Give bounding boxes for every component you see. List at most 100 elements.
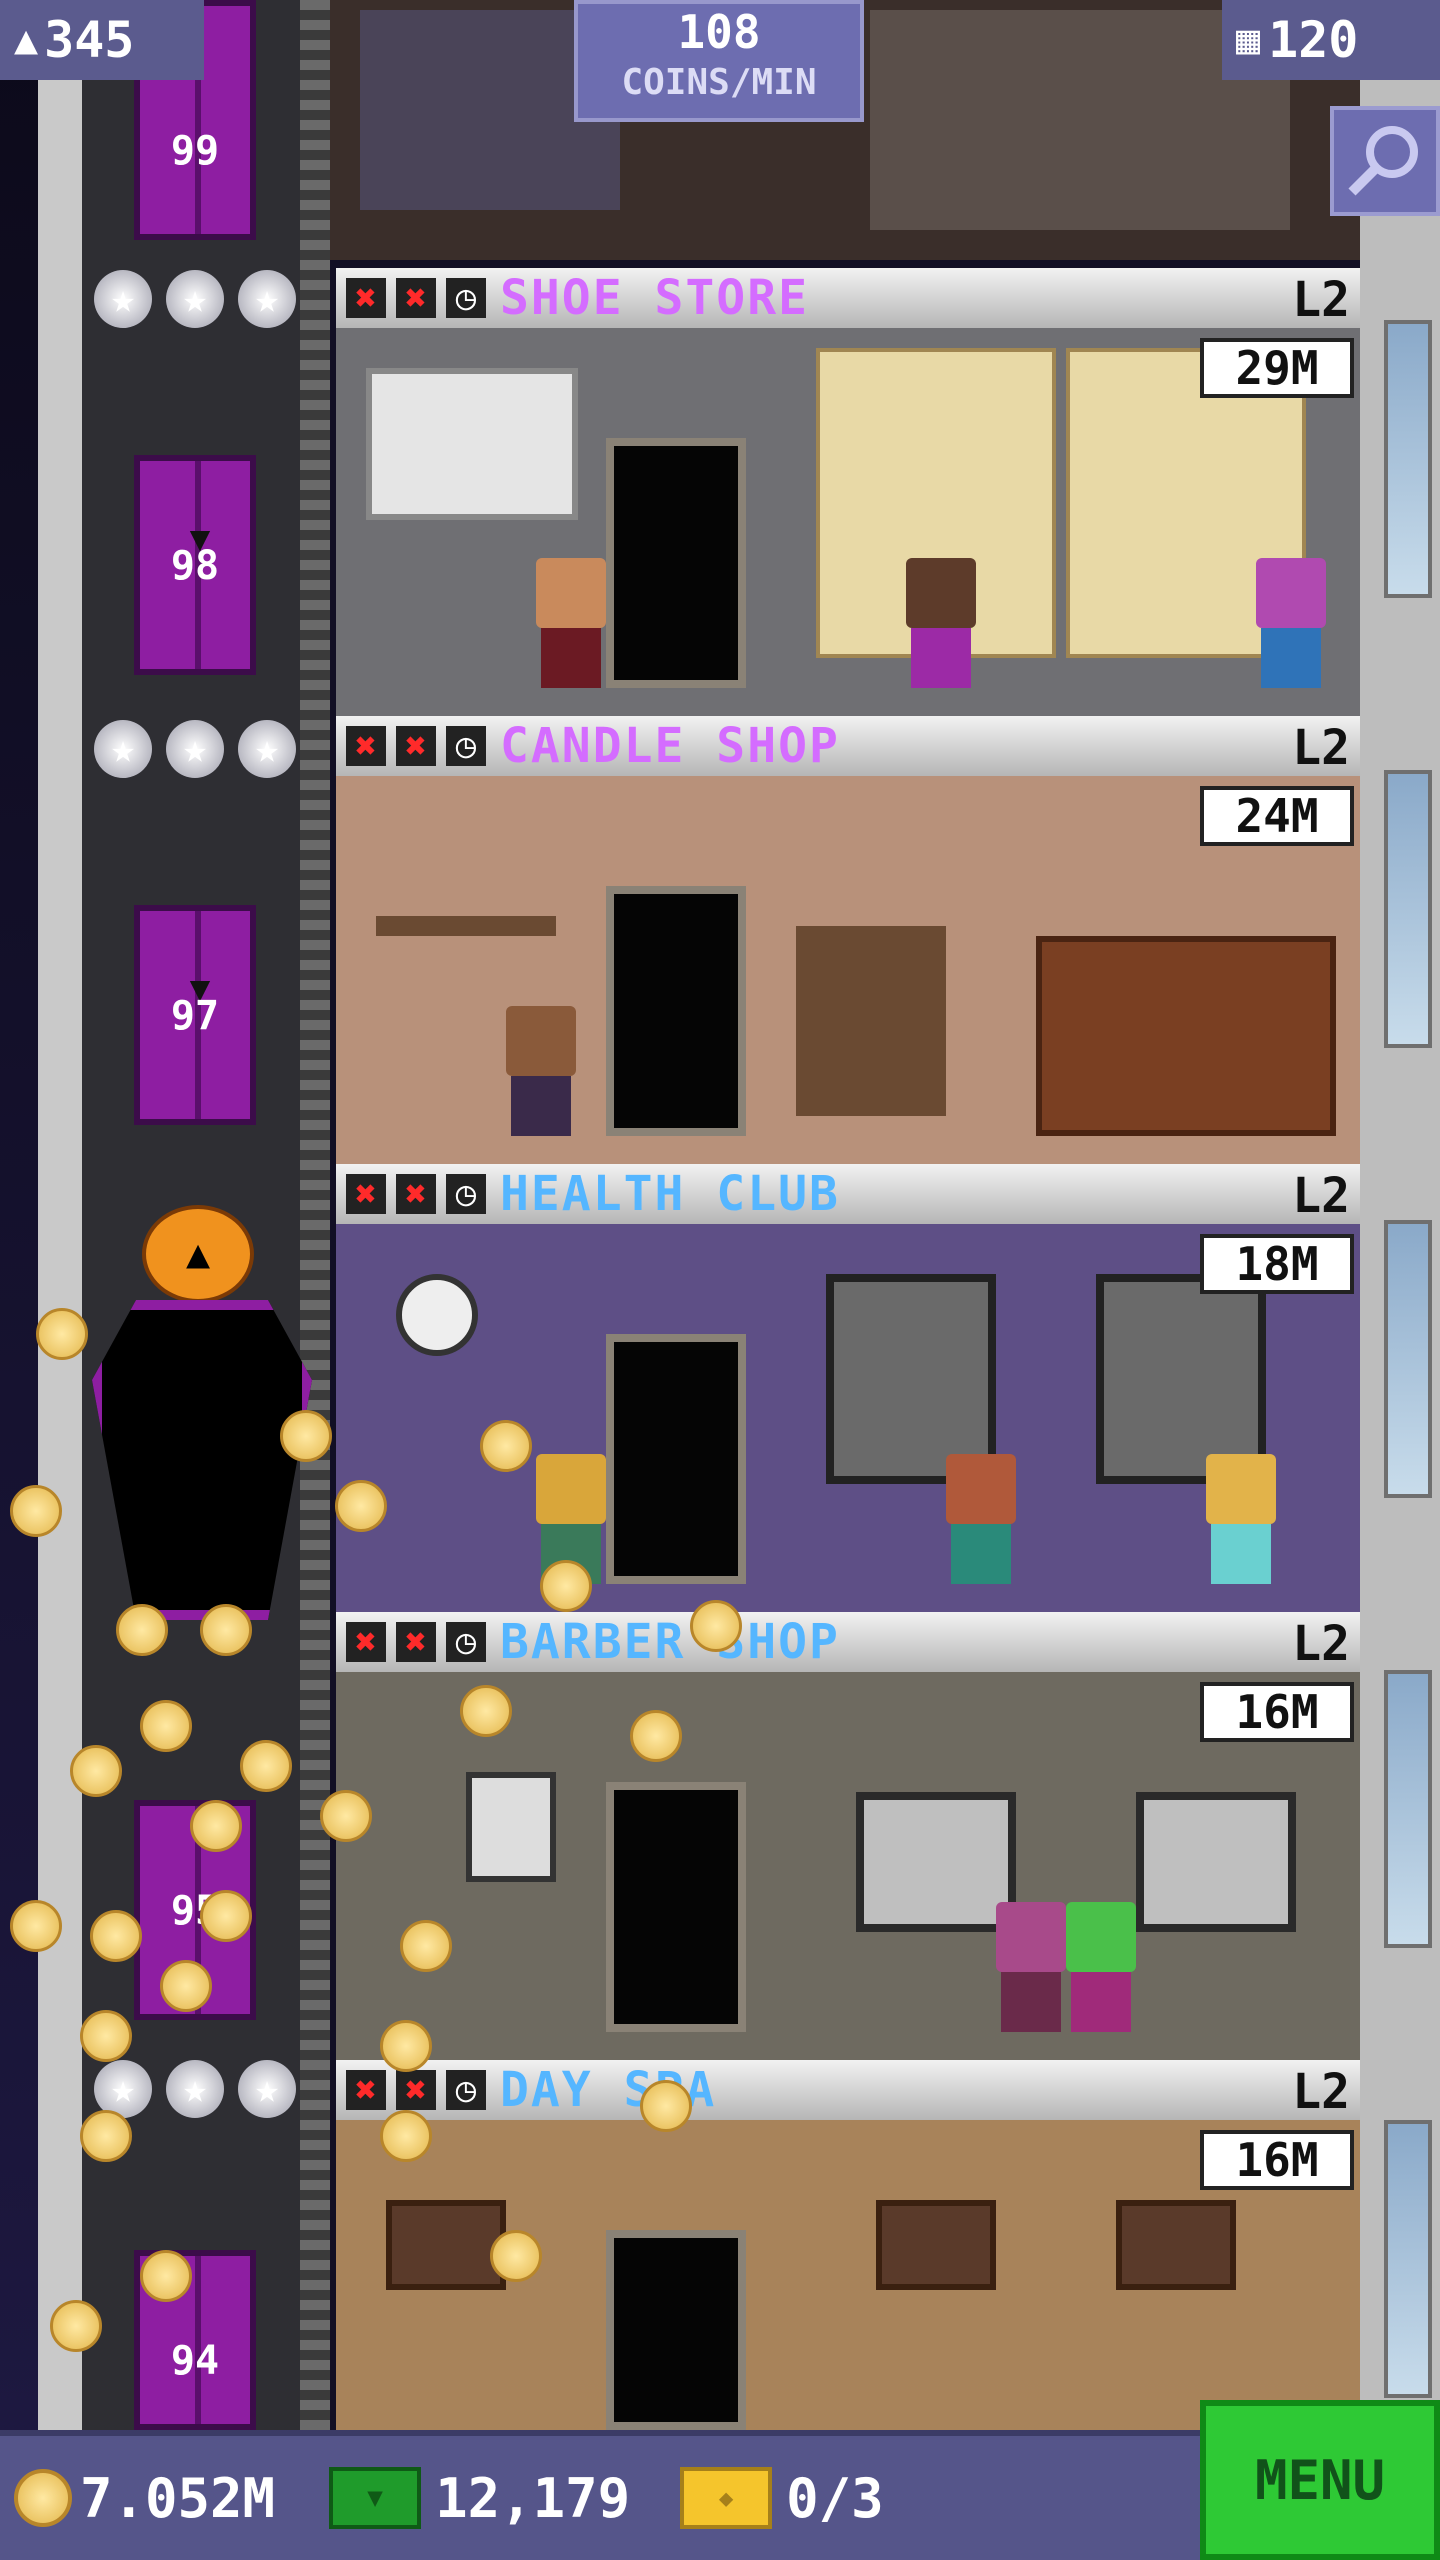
search-button[interactable]	[1330, 106, 1440, 216]
floor-income: 18M	[1200, 1234, 1354, 1294]
tickets-balance[interactable]: ◆ 0/3	[644, 2467, 884, 2530]
elevator-number: 98	[170, 543, 220, 589]
floor-stars: ★ ★ ★	[94, 2060, 296, 2118]
floor-day-spa[interactable]: ✖ ✖ ◷ DAY SPA L2 16M	[336, 2060, 1360, 2430]
clock-icon: ◷	[446, 278, 486, 318]
night-sky	[0, 0, 40, 2430]
coin-icon[interactable]	[630, 1710, 682, 1762]
star-icon: ★	[238, 2060, 296, 2118]
visitor	[536, 558, 606, 688]
coins-balance[interactable]: 7.052M	[14, 2467, 275, 2530]
tower-window	[1384, 770, 1432, 1048]
gym-window	[826, 1274, 996, 1484]
coin-icon[interactable]	[240, 1740, 292, 1792]
coin-icon[interactable]	[690, 1600, 742, 1652]
tower-wall-left	[38, 0, 86, 2430]
magnifier-icon	[1348, 126, 1418, 196]
visitor	[1256, 558, 1326, 688]
floor-name: SHOE STORE	[500, 270, 809, 326]
floor-candle-shop[interactable]: ✖ ✖ ◷ CANDLE SHOP L2 24M	[336, 716, 1360, 1166]
tower-window	[1384, 320, 1432, 598]
floor-header: ✖ ✖ ◷ CANDLE SHOP L2	[336, 716, 1360, 776]
coin-icon[interactable]	[480, 1420, 532, 1472]
coin-icon[interactable]	[400, 1920, 452, 1972]
x-icon: ✖	[346, 1622, 386, 1663]
coin-icon[interactable]	[116, 1604, 168, 1656]
wall-poster	[366, 368, 578, 520]
coin-icon[interactable]	[335, 1480, 387, 1532]
x-icon: ✖	[346, 2070, 386, 2111]
visitor	[1066, 1902, 1136, 2032]
floor-level: L2	[1292, 720, 1350, 776]
residents-counter[interactable]: ▲ 345	[0, 0, 204, 80]
elevator-cables	[300, 0, 330, 2430]
coin-icon[interactable]	[80, 2110, 132, 2162]
coin-icon[interactable]	[380, 2020, 432, 2072]
x-icon: ✖	[346, 1174, 386, 1215]
x-icon: ✖	[396, 2070, 436, 2111]
floor-health-club[interactable]: ✖ ✖ ◷ HEALTH CLUB L2 18M	[336, 1164, 1360, 1614]
clock-icon: ◷	[446, 726, 486, 766]
floor-name: BARBER SHOP	[500, 1614, 840, 1670]
wall-frame	[876, 2200, 996, 2290]
visitor	[506, 1006, 576, 1136]
tower-window	[1384, 2120, 1432, 2398]
tickets-value: 0/3	[786, 2466, 884, 2530]
coin-icon[interactable]	[640, 2080, 692, 2132]
x-icon: ✖	[396, 1622, 436, 1663]
floor-barber-shop[interactable]: ✖ ✖ ◷ BARBER SHOP L2 16M	[336, 1612, 1360, 2062]
floor-header: ✖ ✖ ◷ DAY SPA L2	[336, 2060, 1360, 2120]
room-door	[606, 438, 746, 688]
elevator-number: 99	[170, 128, 220, 174]
floor-income: 16M	[1200, 2130, 1354, 2190]
coin-icon[interactable]	[80, 2010, 132, 2062]
coin-icon[interactable]	[10, 1485, 62, 1537]
coin-icon[interactable]	[320, 1790, 372, 1842]
coin-icon[interactable]	[90, 1910, 142, 1962]
coin-icon[interactable]	[70, 1745, 122, 1797]
visitor	[946, 1454, 1016, 1584]
floor-header: ✖ ✖ ◷ SHOE STORE L2	[336, 268, 1360, 328]
floor-shoe-store[interactable]: ✖ ✖ ◷ SHOE STORE L2 29M	[336, 268, 1360, 718]
coin-icon[interactable]	[140, 2250, 192, 2302]
floor-level: L2	[1292, 2064, 1350, 2120]
coin-icon[interactable]	[380, 2110, 432, 2162]
coin-icon[interactable]	[50, 2300, 102, 2352]
room-door	[606, 2230, 746, 2430]
coins-per-minute: 108 COINS/MIN	[574, 0, 864, 122]
menu-button[interactable]: MENU	[1200, 2400, 1440, 2560]
floor-count-value: 120	[1268, 11, 1359, 69]
floor-counter[interactable]: ▦ 120	[1222, 0, 1440, 80]
star-icon: ★	[166, 270, 224, 328]
coin-icon[interactable]	[200, 1890, 252, 1942]
star-icon: ★	[238, 720, 296, 778]
coin-icon[interactable]	[540, 1560, 592, 1612]
residents-value: 345	[44, 11, 135, 69]
coin-icon[interactable]	[36, 1308, 88, 1360]
clock-icon: ◷	[446, 1622, 486, 1662]
tower-window	[1384, 1670, 1432, 1948]
elevator-floor-98[interactable]: ▼ 98	[134, 455, 256, 675]
coin-icon[interactable]	[280, 1410, 332, 1462]
coin-icon[interactable]	[190, 1800, 242, 1852]
coin-icon[interactable]	[200, 1604, 252, 1656]
floor-stars: ★ ★ ★	[94, 720, 296, 778]
wall-clock-icon	[396, 1274, 478, 1356]
coin-icon[interactable]	[10, 1900, 62, 1952]
bux-balance[interactable]: ▼ 12,179	[289, 2467, 630, 2530]
floor-stars: ★ ★ ★	[94, 270, 296, 328]
star-icon: ★	[94, 270, 152, 328]
x-icon: ✖	[396, 278, 436, 319]
ticket-icon: ◆	[680, 2467, 773, 2529]
coin-icon[interactable]	[160, 1960, 212, 2012]
bux-value: 12,179	[435, 2466, 631, 2530]
coin-icon[interactable]	[460, 1685, 512, 1737]
coin-icon[interactable]	[490, 2230, 542, 2282]
coin-icon[interactable]	[140, 1700, 192, 1752]
clock-icon: ◷	[446, 1174, 486, 1214]
barber-mirror	[1136, 1792, 1296, 1932]
floor-income: 16M	[1200, 1682, 1354, 1742]
elevator-floor-97[interactable]: ▼ 97	[134, 905, 256, 1125]
visitor	[996, 1902, 1066, 2032]
wall-frame	[386, 2200, 506, 2290]
